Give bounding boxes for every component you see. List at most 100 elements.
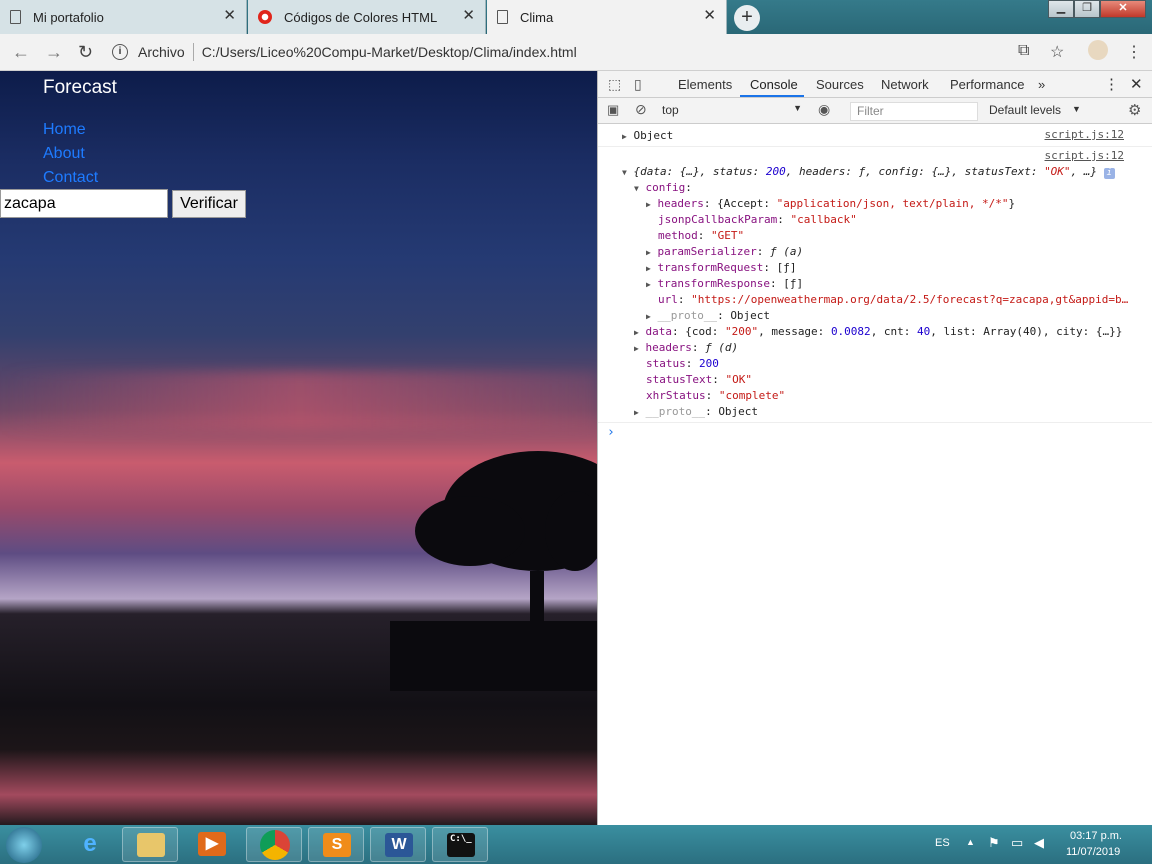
inspect-icon[interactable]: ⬚ [608,76,621,93]
expand-triangle-icon[interactable]: ▶ [646,264,651,273]
property-value: ƒ (d) [705,341,739,354]
console-prompt[interactable]: › [607,425,615,441]
close-icon[interactable]: ✕ [223,8,236,23]
nav-about-link[interactable]: About [43,145,85,163]
bookmark-star-icon[interactable]: ☆ [1050,42,1064,62]
language-indicator[interactable]: ES [935,837,950,849]
property-value: 40 [917,325,931,338]
action-center-icon[interactable]: ⚑ [988,835,1000,851]
tree-row-headers[interactable]: ▶ headers: {Accept: "application/json, t… [646,196,1015,213]
filter-input[interactable]: Filter [850,102,978,121]
tree-row-transformresponse[interactable]: ▶ transformResponse: [ƒ] [646,276,803,293]
window-close-icon[interactable]: ✕ [1100,0,1146,18]
devtools-tabbar: ⬚ ▯ Elements Console Sources Network Per… [598,71,1152,98]
info-icon[interactable]: i [112,44,128,60]
console-message[interactable]: ▼ {data: {…}, status: 200, headers: ƒ, c… [622,164,1115,181]
translate-icon[interactable]: ⧉ [1018,42,1029,60]
expand-triangle-icon[interactable]: ▶ [634,408,639,417]
tab-performance[interactable]: Performance [950,77,1024,92]
menu-kebab-icon[interactable]: ⋮ [1126,42,1142,62]
network-icon[interactable]: ▭ [1011,835,1023,851]
property-key: transformResponse [657,277,771,290]
collapse-triangle-icon[interactable]: ▼ [634,184,639,193]
document-icon [497,10,508,24]
source-link[interactable]: script.js:12 [1045,149,1124,162]
collapse-triangle-icon[interactable]: ▼ [622,168,627,177]
console-message[interactable]: ▶ Object [622,128,673,145]
forward-icon[interactable]: → [45,42,63,62]
property-value: {Accept: [717,197,777,210]
tree-row-xhrstatus: xhrStatus: "complete" [646,389,786,402]
ie-taskbar-button[interactable]: e [62,827,118,862]
property-key: data [645,325,672,338]
verify-button[interactable]: Verificar [172,190,246,218]
clear-console-icon[interactable]: ⊘ [635,101,647,118]
start-button[interactable] [6,827,42,863]
expand-triangle-icon[interactable]: ▶ [634,328,639,337]
tab-mi-portafolio[interactable]: Mi portafolio ✕ [0,0,247,34]
cmd-taskbar-button[interactable]: C:\_ [432,827,488,862]
device-toolbar-icon[interactable]: ▯ [634,76,642,93]
tab-elements[interactable]: Elements [678,77,732,92]
profile-avatar[interactable] [1088,40,1108,60]
tree-row-transformrequest[interactable]: ▶ transformRequest: [ƒ] [646,260,797,277]
word-taskbar-button[interactable]: W [370,827,426,862]
tree-row-proto[interactable]: ▶ __proto__: Object [646,308,770,325]
close-icon[interactable]: ✕ [703,8,716,23]
tree-row-status: status: 200 [646,357,719,370]
source-link[interactable]: script.js:12 [1045,128,1124,141]
expand-triangle-icon[interactable]: ▶ [646,248,651,257]
sidebar-toggle-icon[interactable]: ▣ [607,102,619,118]
expand-triangle-icon[interactable]: ▶ [622,132,627,141]
tab-clima[interactable]: Clima ✕ [487,0,727,34]
more-tabs-icon[interactable]: » [1038,77,1045,92]
expand-triangle-icon[interactable]: ▶ [646,280,651,289]
levels-select[interactable]: Default levels [989,103,1061,117]
media-player-icon: ▶ [198,832,226,856]
volume-muted-icon[interactable]: ◀ [1034,835,1044,851]
context-select[interactable]: top ▼ [662,103,802,119]
tray-expand-icon[interactable]: ▲ [966,837,975,847]
devtools-menu-icon[interactable]: ⋮ [1104,75,1119,93]
devtools-close-icon[interactable]: ✕ [1130,75,1143,93]
minimize-icon[interactable]: ▁ [1048,0,1074,18]
url-text[interactable]: C:/Users/Liceo%20Compu-Market/Desktop/Cl… [202,44,577,60]
close-icon[interactable]: ✕ [462,8,475,23]
restore-icon[interactable]: ❐ [1074,0,1100,18]
property-value: , list: Array(40), city: {…}} [930,325,1123,338]
city-search-input[interactable] [0,189,168,218]
info-badge-icon[interactable]: i [1103,168,1115,179]
browser-toolbar: ← → ↻ i Archivo C:/Users/Liceo%20Compu-M… [0,34,1152,71]
property-value: "200" [724,325,759,338]
expand-triangle-icon[interactable]: ▶ [646,200,651,209]
clock-time[interactable]: 03:17 p.m. [1070,830,1122,842]
tree-row-proto2[interactable]: ▶ __proto__: Object [634,404,758,421]
expand-triangle-icon[interactable]: ▶ [634,344,639,353]
nav-contact-link[interactable]: Contact [43,169,98,187]
tree-row-paramserializer[interactable]: ▶ paramSerializer: ƒ (a) [646,244,803,261]
sublime-taskbar-button[interactable]: S [308,827,364,862]
clock-date[interactable]: 11/07/2019 [1066,846,1120,858]
expand-triangle-icon[interactable]: ▶ [646,312,651,321]
tree-row-config[interactable]: ▼ config: [634,180,692,197]
tab-network[interactable]: Network [881,77,929,92]
tab-sources[interactable]: Sources [816,77,864,92]
reload-icon[interactable]: ↻ [78,42,93,62]
nav-home-link[interactable]: Home [43,121,86,139]
chrome-taskbar-button[interactable] [246,827,302,862]
media-player-taskbar-button[interactable]: ▶ [184,827,240,862]
tree-row-headers2[interactable]: ▶ headers: ƒ (d) [634,340,738,357]
settings-gear-icon[interactable]: ⚙ [1128,101,1141,119]
tree-row-data[interactable]: ▶ data: {cod: "200", message: 0.0082, cn… [634,324,1122,341]
property-key: status [646,357,686,370]
property-value: "application/json, text/plain, */*" [776,197,1009,210]
back-icon[interactable]: ← [12,42,30,62]
summary-text: , headers: ƒ, config: {…}, statusText: [785,165,1045,178]
address-bar[interactable]: i Archivo C:/Users/Liceo%20Compu-Market/… [108,37,1078,67]
chevron-down-icon: ▼ [793,103,802,113]
new-tab-button[interactable]: + [734,5,760,31]
eye-icon[interactable]: ◉ [818,101,830,118]
explorer-taskbar-button[interactable] [122,827,178,862]
tab-codigos-colores[interactable]: Códigos de Colores HTML ✕ [248,0,486,34]
tab-console[interactable]: Console [750,77,798,92]
